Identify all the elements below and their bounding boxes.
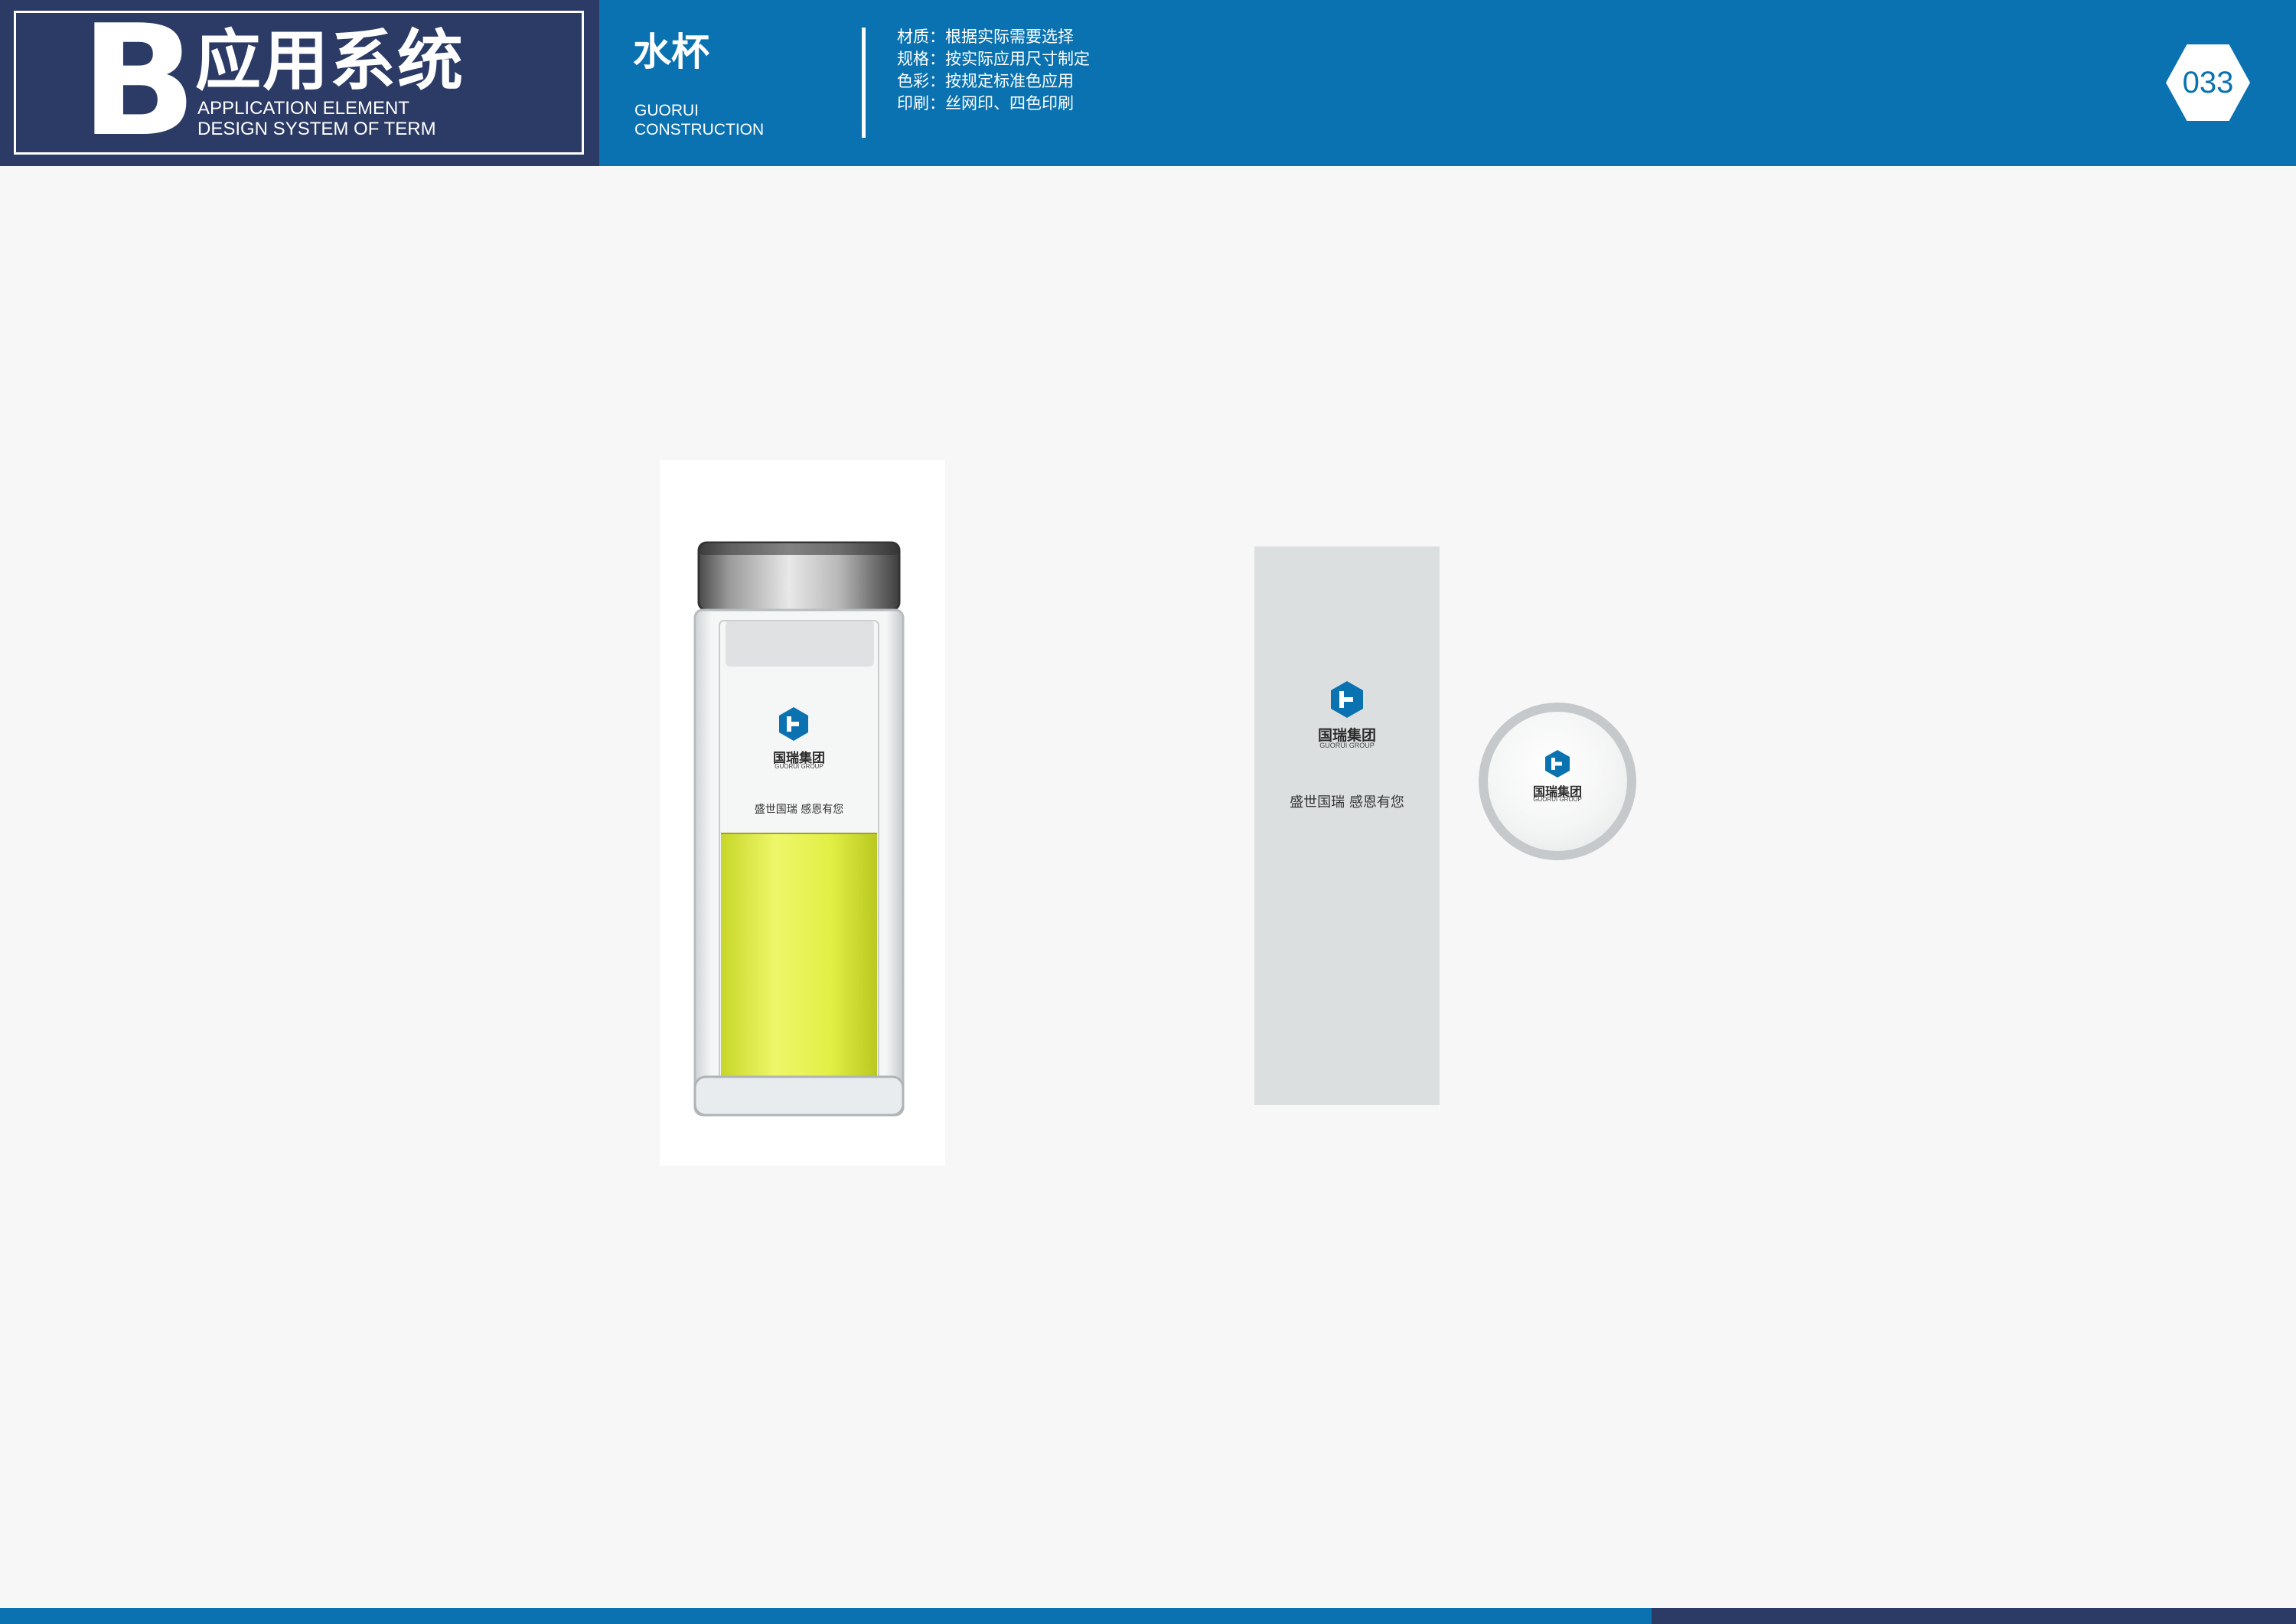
section-subtitle: GUORUI CONSTRUCTION [634,101,764,139]
brand-subtitle-line2: DESIGN SYSTEM OF TERM [197,119,436,139]
bottle-photo: 国瑞集团 GUORUI GROUP 盛世国瑞 感恩有您 [660,460,945,1166]
section-title: 水杯 [633,30,709,74]
footer-accent [1652,1608,2296,1624]
spec-color: 色彩：按规定标准色应用 [897,72,1074,90]
brand-title: 应用系统 [195,23,465,99]
page-header: B 应用系统 APPLICATION ELEMENT DESIGN SYSTEM… [0,0,2296,166]
tea-liquid [721,833,877,1078]
flat-logo-mark [1254,546,1440,638]
brand-subtitle-line1: APPLICATION ELEMENT [197,98,409,119]
brand-letter: B [80,0,197,171]
flat-slogan: 盛世国瑞 感恩有您 [1290,794,1404,810]
tea-infuser [726,621,874,667]
page-number: 033 [2182,66,2234,99]
section-subtitle-line1: GUORUI [634,102,699,119]
flat-print-mockup: 国瑞集团 GUORUI GROUP 盛世国瑞 感恩有您 [1254,546,1440,1105]
bottle-logo-english: GUORUI GROUP [775,763,823,770]
lid-mockup: 国瑞集团 GUORUI GROUP [1479,703,1636,860]
section-subtitle-line2: CONSTRUCTION [634,121,765,139]
brand-block: B 应用系统 APPLICATION ELEMENT DESIGN SYSTEM… [0,0,599,166]
lid-logo-english: GUORUI GROUP [1533,796,1582,803]
header-divider [862,28,866,138]
brand-subtitle: APPLICATION ELEMENT DESIGN SYSTEM OF TER… [197,98,436,139]
spec-printing: 印刷：丝网印、四色印刷 [897,94,1074,113]
spec-list: 材质：根据实际需要选择 规格：按实际应用尺寸制定 色彩：按规定标准色应用 印刷：… [897,26,1090,115]
spec-size: 规格：按实际应用尺寸制定 [897,50,1090,68]
bottle-slogan: 盛世国瑞 感恩有您 [754,804,844,816]
flat-logo-english: GUORUI GROUP [1319,742,1375,749]
spec-material: 材质：根据实际需要选择 [897,28,1074,46]
